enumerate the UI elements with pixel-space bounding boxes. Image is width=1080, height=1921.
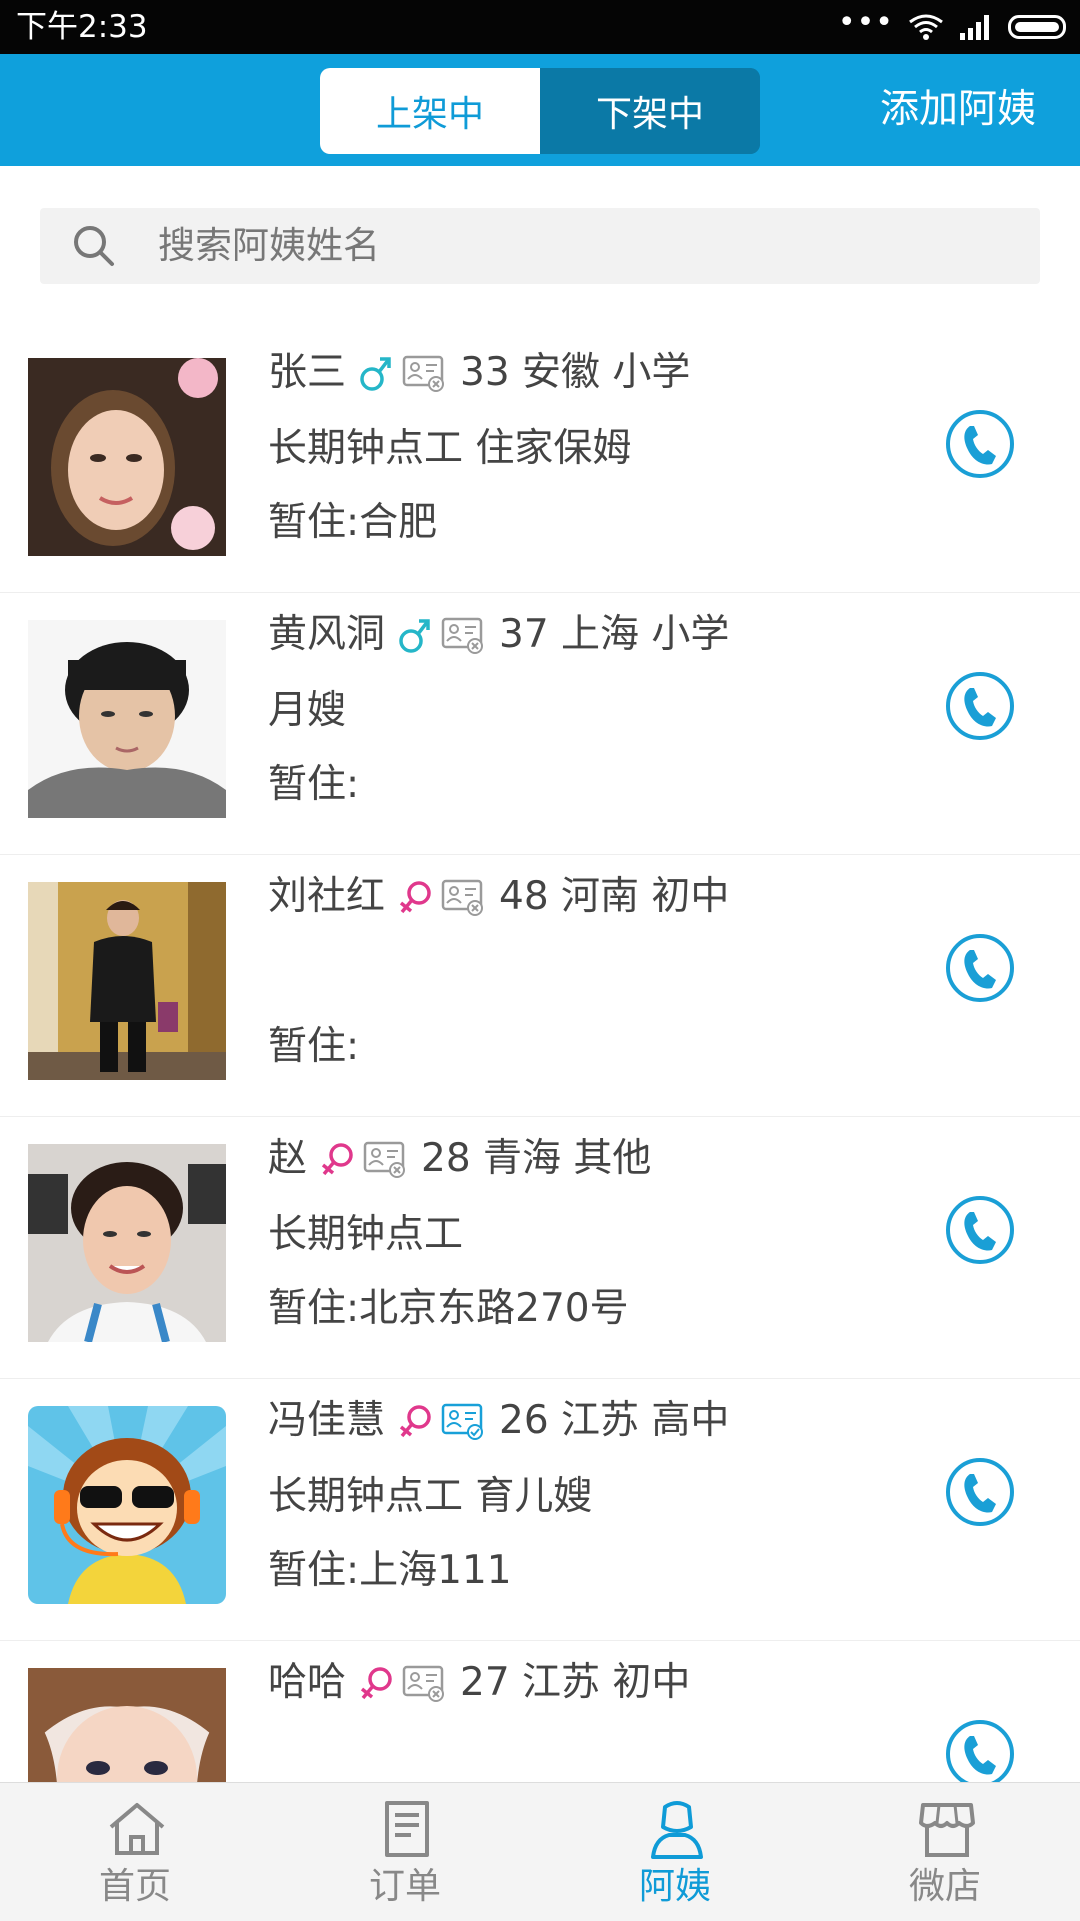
avatar (28, 1668, 226, 1782)
search-placeholder: 搜索阿姨姓名 (158, 224, 380, 267)
list-item[interactable]: 黄风洞 37 上海 小学 月嫂 暂住: (0, 592, 1080, 855)
list-item[interactable]: 哈哈 27 江苏 初中 (0, 1640, 1080, 1782)
auntie-name: 赵 (268, 1136, 308, 1181)
status-bar: 下午2:33 ••• (0, 0, 1080, 54)
auntie-services: 长期钟点工 育儿嫂 (268, 1474, 593, 1519)
signal-icon (960, 15, 989, 40)
avatar (28, 620, 226, 818)
avatar (28, 882, 226, 1080)
phone-icon[interactable] (944, 1718, 1016, 1782)
auntie-address: 暂住: (268, 1024, 360, 1069)
male-icon (360, 357, 391, 391)
female-icon (321, 1143, 353, 1176)
auntie-name: 黄风洞 (268, 612, 386, 657)
auntie-address: 暂住:上海111 (268, 1548, 512, 1593)
auntie-summary: 冯佳慧 26 江苏 高中 (268, 1396, 729, 1446)
bottom-navigation: 首页 订单 阿姨 微店 (0, 1782, 1080, 1921)
female-icon (360, 1667, 392, 1700)
auntie-summary: 赵 28 青海 其他 (268, 1134, 651, 1184)
order-icon (385, 1801, 429, 1857)
auntie-address: 暂住:北京东路270号 (268, 1286, 629, 1331)
auntie-summary: 哈哈 27 江苏 初中 (268, 1658, 690, 1708)
auntie-list: 张三 33 安徽 小学 长期钟点工 住家保姆 暂住:合肥 黄风洞 37 上海 小… (0, 330, 1080, 1782)
search-icon (74, 226, 114, 266)
list-item[interactable]: 冯佳慧 26 江苏 高中 长期钟点工 育儿嫂 暂住:上海111 (0, 1378, 1080, 1641)
list-item[interactable]: 赵 28 青海 其他 长期钟点工 暂住:北京东路270号 (0, 1116, 1080, 1379)
nav-home[interactable]: 首页 (0, 1783, 270, 1921)
id-card-verified-icon (441, 1403, 484, 1440)
top-bar: 上架中 下架中 添加阿姨 (0, 54, 1080, 166)
wifi-icon (909, 14, 943, 40)
nav-orders[interactable]: 订单 (270, 1783, 540, 1921)
auntie-icon (651, 1801, 703, 1859)
status-time: 下午2:33 (16, 9, 148, 45)
status-icons: ••• (837, 5, 1066, 44)
id-card-unverified-icon (441, 617, 484, 654)
avatar (28, 1406, 226, 1604)
auntie-details: 37 上海 小学 (499, 612, 730, 657)
female-icon (399, 1405, 431, 1438)
auntie-address: 暂住:合肥 (268, 500, 438, 545)
auntie-services: 长期钟点工 (268, 1212, 464, 1257)
nav-aunties-label: 阿姨 (638, 1866, 711, 1907)
auntie-details: 33 安徽 小学 (460, 350, 691, 395)
nav-orders-label: 订单 (368, 1866, 441, 1907)
phone-icon[interactable] (944, 1456, 1016, 1528)
id-card-unverified-icon (402, 1665, 445, 1702)
id-card-unverified-icon (402, 355, 445, 392)
nav-aunties[interactable]: 阿姨 (540, 1783, 810, 1921)
nav-shop-label: 微店 (908, 1866, 981, 1907)
tab-listed[interactable]: 上架中 (320, 68, 540, 154)
id-card-unverified-icon (363, 1141, 406, 1178)
nav-home-label: 首页 (98, 1866, 171, 1907)
status-segmented-control: 上架中 下架中 (320, 68, 760, 154)
auntie-summary: 张三 33 安徽 小学 (268, 348, 690, 398)
auntie-address: 暂住: (268, 762, 360, 807)
phone-icon[interactable] (944, 1194, 1016, 1266)
auntie-name: 哈哈 (268, 1660, 347, 1705)
phone-icon[interactable] (944, 408, 1016, 480)
more-dots-icon: ••• (837, 5, 894, 40)
avatar (28, 358, 226, 556)
auntie-details: 48 河南 初中 (499, 874, 730, 919)
avatar (28, 1144, 226, 1342)
male-icon (399, 619, 430, 653)
list-item[interactable]: 张三 33 安徽 小学 长期钟点工 住家保姆 暂住:合肥 (0, 330, 1080, 593)
auntie-summary: 黄风洞 37 上海 小学 (268, 610, 729, 660)
auntie-name: 张三 (268, 350, 347, 395)
tab-unlisted[interactable]: 下架中 (540, 68, 760, 154)
auntie-details: 28 青海 其他 (421, 1136, 652, 1181)
add-auntie-button[interactable]: 添加阿姨 (880, 84, 1036, 136)
female-icon (399, 881, 431, 914)
auntie-services: 月嫂 (268, 688, 347, 733)
shop-icon (919, 1803, 975, 1857)
phone-icon[interactable] (944, 932, 1016, 1004)
home-icon (109, 1803, 165, 1855)
auntie-summary: 刘社红 48 河南 初中 (268, 872, 729, 922)
battery-icon (1008, 15, 1066, 39)
search-bar[interactable]: 搜索阿姨姓名 (40, 208, 1040, 284)
auntie-name: 冯佳慧 (268, 1398, 386, 1443)
auntie-details: 27 江苏 初中 (460, 1660, 691, 1705)
auntie-name: 刘社红 (268, 874, 386, 919)
id-card-unverified-icon (441, 879, 484, 916)
auntie-details: 26 江苏 高中 (499, 1398, 730, 1443)
phone-icon[interactable] (944, 670, 1016, 742)
nav-shop[interactable]: 微店 (810, 1783, 1080, 1921)
auntie-services: 长期钟点工 住家保姆 (268, 426, 632, 471)
list-item[interactable]: 刘社红 48 河南 初中 暂住: (0, 854, 1080, 1117)
